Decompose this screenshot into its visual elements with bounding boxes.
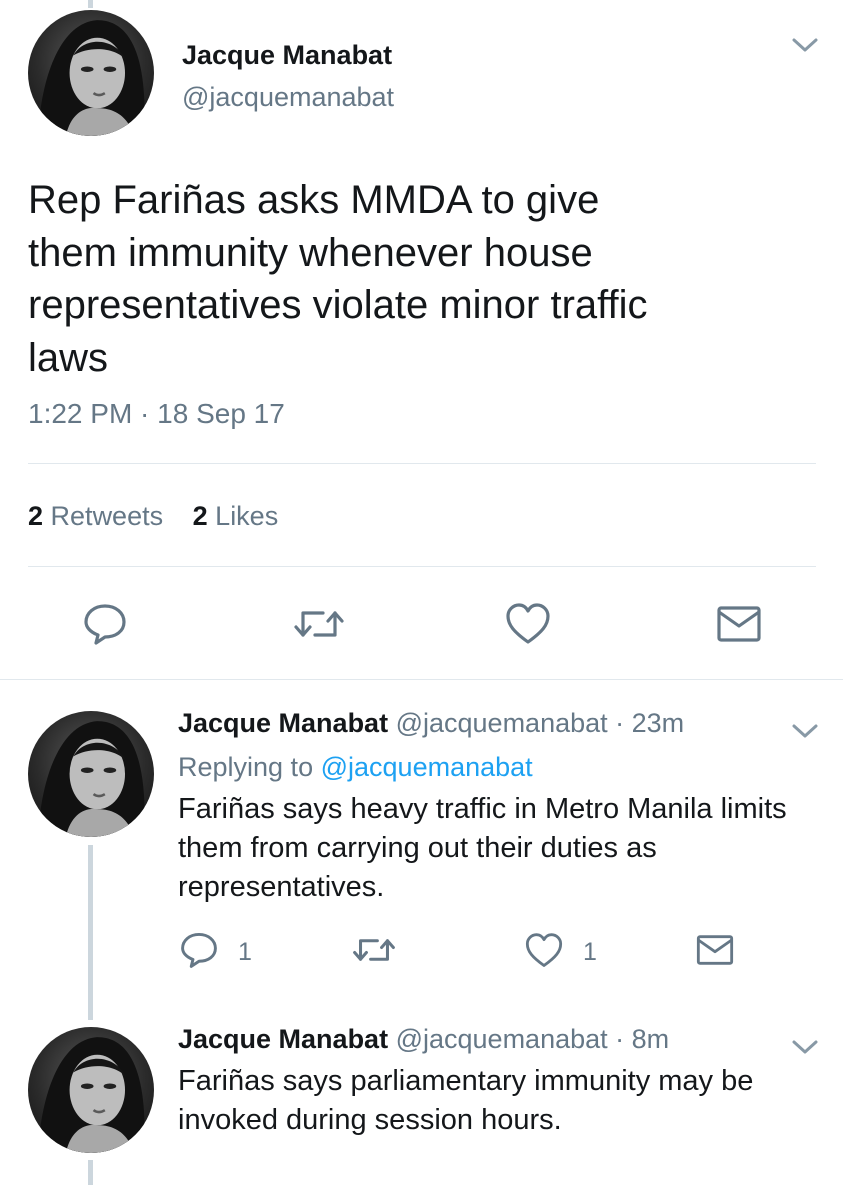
- chevron-down-icon[interactable]: [791, 722, 819, 740]
- like-button[interactable]: [503, 600, 553, 648]
- reply-icon: [84, 604, 126, 645]
- tweet-timestamp[interactable]: 1:22 PM · 18 Sep 17: [28, 398, 285, 430]
- divider: [28, 566, 816, 567]
- chevron-down-icon[interactable]: [791, 1038, 819, 1056]
- reply-button[interactable]: [178, 930, 220, 970]
- thread-line: [88, 845, 93, 1020]
- replying-to: Replying to @jacquemanabat: [178, 752, 533, 783]
- tweet-time[interactable]: · 23m: [615, 708, 684, 738]
- retweet-button[interactable]: [350, 932, 398, 968]
- retweets-stat[interactable]: 2 Retweets: [28, 501, 171, 531]
- divider: [28, 463, 816, 464]
- avatar-portrait-image: [38, 20, 145, 136]
- like-icon: [525, 932, 563, 967]
- reply-text-line: representatives.: [178, 871, 385, 903]
- thread-line: [88, 1160, 93, 1185]
- direct-message-button[interactable]: [694, 932, 736, 968]
- author-handle[interactable]: @jacquemanabat: [396, 1024, 608, 1054]
- reply-header: Jacque Manabat @jacquemanabat · 8m: [178, 1024, 669, 1055]
- reply-text: Fariñas says heavy traffic in Metro Mani…: [178, 790, 787, 907]
- likes-stat[interactable]: 2 Likes: [193, 501, 279, 531]
- avatar[interactable]: [28, 10, 154, 136]
- direct-message-icon: [717, 606, 761, 642]
- reply-text-line: them from carrying out their duties as: [178, 832, 657, 864]
- tweet-text-line: laws: [28, 335, 109, 380]
- retweets-count: 2: [28, 501, 44, 531]
- tweet-text-line: Rep Fariñas asks MMDA to give: [28, 178, 600, 222]
- likes-label: Likes: [215, 501, 279, 531]
- author-name[interactable]: Jacque Manabat: [178, 708, 388, 738]
- replying-to-label: Replying to: [178, 752, 314, 782]
- avatar-portrait-image: [38, 1037, 145, 1153]
- direct-message-icon: [696, 935, 734, 965]
- reply-icon: [181, 932, 217, 968]
- like-count: 1: [583, 938, 597, 966]
- retweets-label: Retweets: [50, 501, 164, 531]
- engagement-stats: 2 Retweets 2 Likes: [28, 501, 278, 532]
- like-button[interactable]: [523, 930, 565, 970]
- tweet-text-line: representatives violate minor traffic: [28, 283, 648, 327]
- tweet-text: Rep Fariñas asks MMDA to give them immun…: [28, 174, 828, 384]
- avatar-portrait-image: [38, 721, 145, 837]
- divider: [0, 679, 843, 680]
- tweet-text-line: them immunity whenever house: [28, 230, 593, 275]
- reply-header: Jacque Manabat @jacquemanabat · 23m: [178, 708, 684, 739]
- reply-text-line: Fariñas says parliamentary immunity may …: [178, 1065, 754, 1097]
- avatar[interactable]: [28, 1027, 154, 1153]
- author-name[interactable]: Jacque Manabat: [182, 40, 392, 71]
- like-icon: [506, 603, 550, 644]
- reply-count: 1: [238, 938, 252, 966]
- reply-button[interactable]: [80, 600, 130, 648]
- reply-text-line: invoked during session hours.: [178, 1104, 562, 1136]
- chevron-down-icon[interactable]: [791, 36, 819, 54]
- author-name[interactable]: Jacque Manabat: [178, 1024, 388, 1054]
- tweet-time[interactable]: · 8m: [615, 1024, 669, 1054]
- avatar[interactable]: [28, 711, 154, 837]
- replying-to-handle[interactable]: @jacquemanabat: [321, 752, 533, 782]
- reply-text: Fariñas says parliamentary immunity may …: [178, 1062, 753, 1140]
- author-handle[interactable]: @jacquemanabat: [182, 82, 394, 113]
- thread-line-top: [88, 0, 93, 8]
- likes-count: 2: [192, 501, 208, 531]
- reply-text-line: Fariñas says heavy traffic in Metro Mani…: [178, 793, 787, 825]
- retweet-button[interactable]: [290, 603, 348, 645]
- retweet-icon: [353, 939, 395, 961]
- retweet-icon: [294, 611, 344, 637]
- author-handle[interactable]: @jacquemanabat: [396, 708, 608, 738]
- direct-message-button[interactable]: [713, 602, 765, 646]
